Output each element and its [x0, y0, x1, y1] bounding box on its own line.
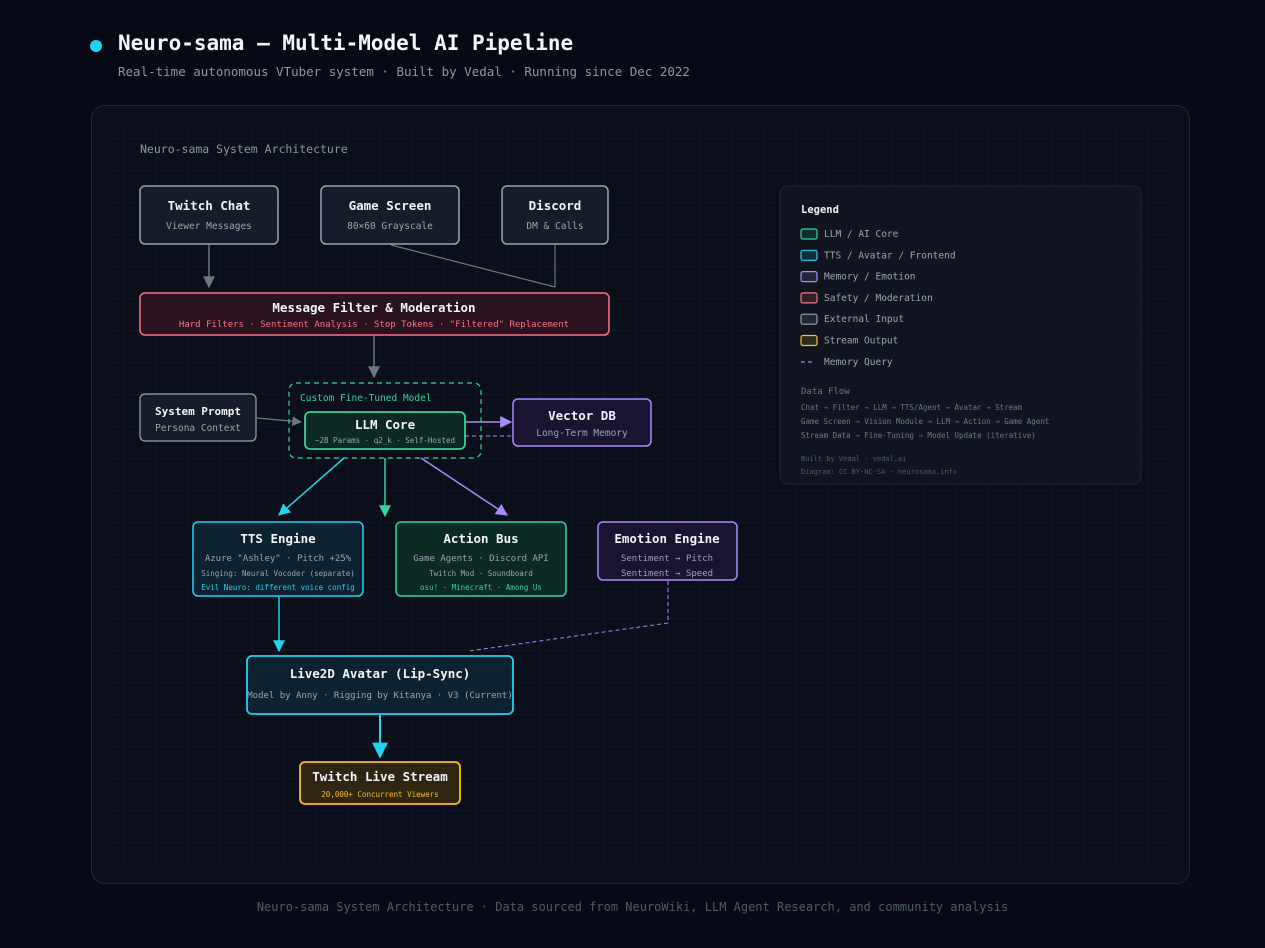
svg-text:80×60 Grayscale: 80×60 Grayscale: [347, 221, 433, 232]
legend-flow-title: Data Flow: [801, 387, 850, 397]
legend-item-label: External Input: [824, 314, 904, 325]
node-live2d-avatar: Live2D Avatar (Lip-Sync) Model by Anny ·…: [246, 655, 514, 715]
svg-text:Viewer Messages: Viewer Messages: [166, 221, 252, 232]
legend-item-label: LLM / AI Core: [824, 229, 899, 240]
svg-text:TTS Engine: TTS Engine: [240, 531, 316, 546]
svg-text:Custom Fine-Tuned Model: Custom Fine-Tuned Model: [300, 393, 432, 404]
diagram-canvas: Neuro-sama System Architecture Twitch Ch…: [91, 105, 1190, 884]
legend-swatch: [800, 292, 818, 304]
svg-text:Sentiment → Speed: Sentiment → Speed: [621, 569, 713, 579]
svg-text:Twitch Chat: Twitch Chat: [168, 198, 251, 213]
node-discord: Discord DM & Calls: [501, 185, 609, 245]
svg-text:Action Bus: Action Bus: [443, 531, 518, 546]
legend-swatch: [800, 228, 818, 240]
svg-text:20,000+ Concurrent Viewers: 20,000+ Concurrent Viewers: [321, 790, 438, 799]
node-system-prompt: System Prompt Persona Context: [139, 393, 257, 442]
footer-note: Neuro-sama System Architecture · Data so…: [256, 900, 1009, 914]
node-message-filter: Message Filter & Moderation Hard Filters…: [139, 292, 610, 336]
svg-text:Game Screen: Game Screen: [349, 198, 432, 213]
svg-text:Twitch Live Stream: Twitch Live Stream: [312, 769, 448, 784]
svg-text:Game Agents · Discord API: Game Agents · Discord API: [413, 554, 548, 564]
node-vector-db: Vector DB Long-Term Memory: [512, 398, 652, 447]
legend-title: Legend: [801, 204, 839, 216]
legend-item-label: Stream Output: [824, 336, 898, 347]
svg-text:LLM Core: LLM Core: [355, 417, 416, 432]
node-tts-engine: TTS Engine Azure "Ashley" · Pitch +25% S…: [192, 521, 364, 597]
svg-text:Sentiment → Pitch: Sentiment → Pitch: [621, 554, 713, 564]
legend-item-label: TTS / Avatar / Frontend: [824, 250, 956, 261]
legend-swatch: [800, 334, 818, 347]
node-action-bus: Action Bus Game Agents · Discord API Twi…: [395, 521, 567, 597]
node-llm-core: LLM Core ~2B Params · q2_k · Self-Hosted: [304, 411, 466, 450]
legend-credit-1: Built by Vedal · vedal.ai: [801, 455, 906, 463]
svg-text:Live2D Avatar (Lip-Sync): Live2D Avatar (Lip-Sync): [290, 666, 471, 681]
node-emotion-engine: Emotion Engine Sentiment → Pitch Sentime…: [597, 521, 738, 581]
svg-text:Message Filter & Moderation: Message Filter & Moderation: [272, 300, 475, 315]
svg-text:Emotion Engine: Emotion Engine: [614, 531, 720, 546]
legend-item-label: Safety / Moderation: [824, 293, 933, 304]
legend-swatch: [800, 249, 818, 261]
legend-item-label: Memory / Emotion: [824, 272, 916, 283]
svg-text:DM & Calls: DM & Calls: [526, 221, 583, 232]
svg-text:Azure "Ashley" · Pitch +25%: Azure "Ashley" · Pitch +25%: [205, 554, 352, 564]
architecture-diagram: Neuro-sama System Architecture Twitch Ch…: [109, 123, 1173, 867]
legend-credit-2: Diagram: CC BY-NC-SA · neurosama.info: [801, 468, 957, 476]
legend-swatch: [800, 313, 818, 325]
page-title: Neuro-sama — Multi-Model AI Pipeline: [118, 31, 574, 55]
svg-text:Vector DB: Vector DB: [548, 408, 616, 423]
svg-text:Discord: Discord: [529, 198, 582, 213]
svg-text:System Prompt: System Prompt: [155, 405, 241, 418]
svg-text:Hard Filters · Sentiment Analy: Hard Filters · Sentiment Analysis · Stop…: [179, 320, 569, 330]
node-twitch-stream: Twitch Live Stream 20,000+ Concurrent Vi…: [299, 761, 461, 805]
legend-memory-query-label: Memory Query: [824, 357, 893, 368]
legend-swatch: [800, 271, 818, 283]
legend-panel: Legend LLM / AI Core TTS / Avatar / Front…: [779, 185, 1142, 485]
svg-text:Long-Term Memory: Long-Term Memory: [536, 428, 628, 439]
node-game-screen: Game Screen 80×60 Grayscale: [320, 185, 460, 245]
svg-text:~2B Params · q2_k · Self-Hoste: ~2B Params · q2_k · Self-Hosted: [315, 436, 455, 445]
legend-flow-1: Chat → Filter → LLM → TTS/Agent → Avatar…: [801, 403, 1023, 412]
svg-text:Twitch Mod · Soundboard: Twitch Mod · Soundboard: [429, 569, 533, 578]
svg-text:osu! · Minecraft · Among Us: osu! · Minecraft · Among Us: [420, 583, 542, 592]
legend-flow-3: Stream Data → Fine-Tuning → Model Update…: [801, 431, 1036, 440]
svg-text:Model by Anny · Rigging by Kit: Model by Anny · Rigging by Kitanya · V3 …: [247, 691, 513, 701]
node-twitch-chat: Twitch Chat Viewer Messages: [139, 185, 279, 245]
diagram-title: Neuro-sama System Architecture: [140, 142, 348, 156]
legend-flow-2: Game Screen → Vision Module → LLM → Acti…: [801, 417, 1049, 426]
svg-text:Singing: Neural Vocoder (separ: Singing: Neural Vocoder (separate): [201, 569, 355, 578]
page-subtitle: Real-time autonomous VTuber system · Bui…: [118, 64, 690, 79]
status-dot: [90, 40, 102, 52]
svg-text:Evil Neuro: different voice co: Evil Neuro: different voice config: [201, 583, 355, 592]
svg-text:Persona Context: Persona Context: [155, 423, 241, 434]
